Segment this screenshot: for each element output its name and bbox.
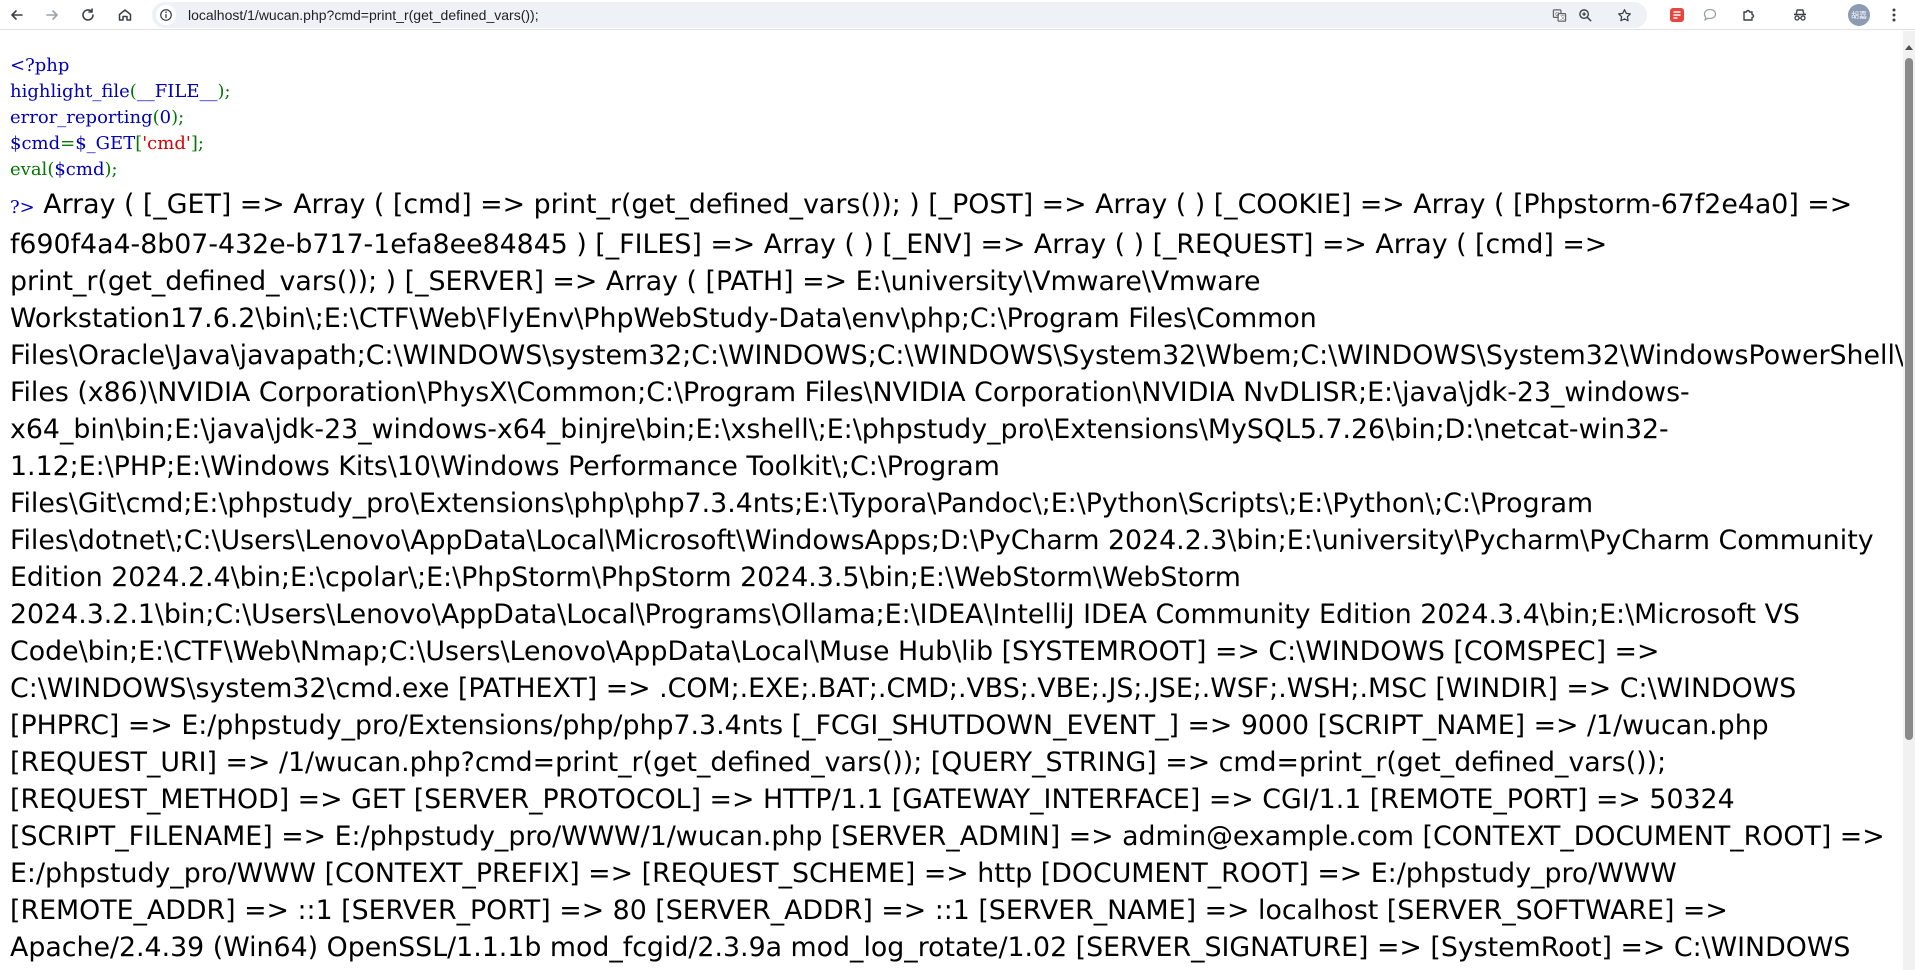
- code-operator: =: [60, 133, 76, 154]
- code-operator: );: [104, 159, 118, 180]
- browser-toolbar: localhost/1/wucan.php?cmd=print_r(get_de…: [0, 0, 1915, 30]
- code-number: 0: [159, 107, 172, 128]
- address-bar[interactable]: localhost/1/wucan.php?cmd=print_r(get_de…: [152, 2, 1647, 28]
- translate-icon: G文: [1552, 8, 1566, 22]
- extension-red-icon: [1670, 8, 1684, 22]
- incognito-icon: [1794, 9, 1806, 21]
- zoom-button[interactable]: [1576, 6, 1594, 24]
- profile-menu-button[interactable]: [1790, 5, 1810, 25]
- code-function: eval: [10, 159, 48, 180]
- more-vert-icon: [1892, 8, 1896, 22]
- puzzle-icon: [1743, 9, 1755, 21]
- vertical-scrollbar[interactable]: [1903, 31, 1915, 970]
- home-icon: [118, 9, 132, 21]
- php-output: ?> Array ( [_GET] => Array ( [cmd] => pr…: [10, 186, 1903, 966]
- code-variable: $cmd: [54, 159, 105, 180]
- svg-text:文: 文: [1559, 13, 1565, 21]
- translate-button[interactable]: G文: [1550, 6, 1568, 24]
- highlighted-source-code: <?php highlight_file(__FILE__); error_re…: [10, 53, 231, 183]
- code-operator: );: [217, 81, 231, 102]
- code-operator: (: [152, 107, 160, 128]
- php-open-tag: <?php: [10, 55, 70, 76]
- code-constant: __FILE__: [136, 81, 218, 102]
- bookmark-button[interactable]: [1615, 6, 1633, 24]
- code-operator: );: [171, 107, 185, 128]
- browser-menu-button[interactable]: [1884, 5, 1904, 25]
- code-variable: $cmd: [10, 133, 61, 154]
- code-operator: (: [129, 81, 137, 102]
- site-info-button[interactable]: [156, 5, 176, 25]
- back-button[interactable]: [5, 3, 29, 27]
- info-icon: [160, 9, 172, 21]
- chat-bubble-icon: [1703, 8, 1717, 21]
- home-button[interactable]: [113, 3, 137, 27]
- print-r-output-text: Array ( [_GET] => Array ( [cmd] => print…: [10, 189, 1903, 963]
- star-icon: [1617, 8, 1631, 21]
- forward-button[interactable]: [40, 3, 64, 27]
- code-variable: $_GET: [75, 133, 136, 154]
- reload-button[interactable]: [76, 3, 100, 27]
- extensions-button[interactable]: [1739, 5, 1759, 25]
- php-close-tag: ?>: [10, 197, 35, 218]
- arrow-right-icon: [46, 10, 58, 20]
- extension-button-1[interactable]: [1667, 5, 1687, 25]
- svg-text:G: G: [1555, 11, 1559, 17]
- url-text[interactable]: localhost/1/wucan.php?cmd=print_r(get_de…: [188, 2, 539, 28]
- scrollbar-thumb[interactable]: [1905, 58, 1913, 740]
- code-function: highlight_file: [10, 81, 130, 102]
- extension-button-2[interactable]: [1700, 5, 1720, 25]
- code-operator: ];: [190, 133, 204, 154]
- zoom-in-icon: [1578, 8, 1592, 22]
- arrow-left-icon: [11, 10, 23, 20]
- reload-icon: [82, 8, 94, 21]
- avatar[interactable]: 胡嘉: [1848, 4, 1870, 26]
- code-string: 'cmd': [142, 133, 191, 154]
- code-function: error_reporting: [10, 107, 153, 128]
- scroll-up-arrow-icon[interactable]: [1905, 45, 1913, 50]
- page-content: <?php highlight_file(__FILE__); error_re…: [0, 31, 1903, 970]
